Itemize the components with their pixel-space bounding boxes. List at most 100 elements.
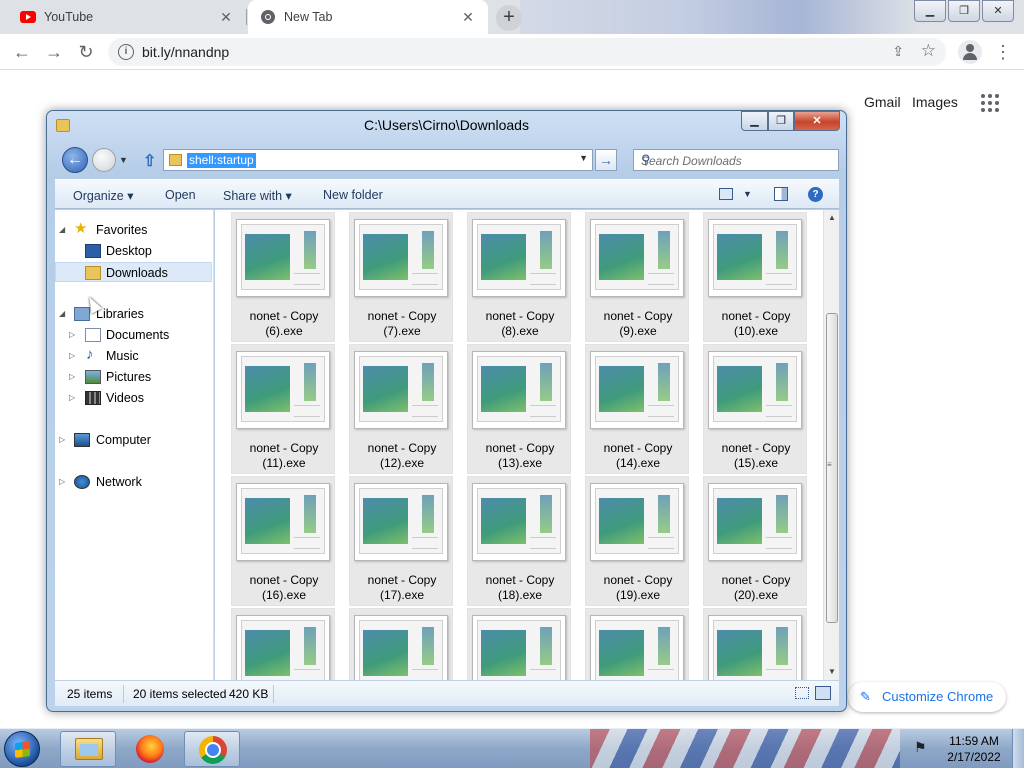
scroll-down-arrow-icon[interactable]: ▼ [824, 664, 840, 680]
expand-arrow-icon[interactable]: ▷ [69, 367, 75, 387]
nav-item-libraries[interactable]: ◢ Libraries [55, 304, 212, 324]
file-item[interactable] [585, 608, 689, 680]
nav-item-downloads[interactable]: Downloads [55, 262, 212, 282]
preview-pane-icon[interactable] [774, 187, 788, 201]
organize-button[interactable]: Organize ▾ [73, 188, 133, 203]
file-item[interactable]: nonet - Copy (8).exe [467, 212, 571, 342]
help-icon[interactable]: ? [808, 187, 823, 202]
file-item[interactable]: nonet - Copy (17).exe [349, 476, 453, 606]
minimize-button[interactable]: ▁ [914, 0, 946, 22]
taskbar-firefox-button[interactable] [122, 731, 178, 767]
nav-item-favorites[interactable]: ◢ ★ Favorites [55, 220, 212, 240]
show-desktop-button[interactable] [1012, 729, 1024, 768]
images-link[interactable]: Images [912, 94, 958, 110]
maximize-button[interactable]: ❐ [948, 0, 980, 22]
search-icon[interactable]: ⚲ [641, 152, 832, 168]
google-apps-icon[interactable] [981, 94, 999, 112]
reload-icon[interactable]: ↻ [74, 40, 98, 64]
details-view-icon[interactable] [795, 687, 809, 699]
forward-button[interactable] [92, 148, 116, 172]
tab-youtube[interactable]: YouTube ✕ [8, 0, 246, 34]
taskbar-explorer-button[interactable] [60, 731, 116, 767]
back-arrow-icon[interactable]: ← [10, 40, 34, 64]
minimize-button[interactable]: ▁ [741, 111, 768, 131]
action-center-flag-icon[interactable]: ⚑ [914, 739, 932, 757]
expand-arrow-icon[interactable]: ◢ [59, 304, 65, 324]
file-item[interactable] [467, 608, 571, 680]
taskbar-chrome-button[interactable] [184, 731, 240, 767]
file-item[interactable]: nonet - Copy (12).exe [349, 344, 453, 474]
expand-arrow-icon[interactable]: ◢ [59, 220, 65, 240]
file-item[interactable]: nonet - Copy (10).exe [703, 212, 807, 342]
nav-item-computer[interactable]: ▷ Computer [55, 430, 212, 450]
share-icon[interactable]: ⇪ [892, 43, 904, 60]
info-icon[interactable]: i [118, 44, 134, 60]
vertical-scrollbar[interactable]: ▲ ≡ ▼ [823, 210, 839, 680]
nav-item-music[interactable]: ▷ ♪ Music [55, 346, 212, 366]
large-icons-view-icon[interactable] [815, 686, 831, 700]
up-arrow-icon[interactable]: ⇧ [143, 151, 156, 171]
chevron-down-icon[interactable]: ▼ [579, 153, 588, 163]
maximize-button[interactable]: ❐ [768, 111, 794, 131]
tab-separator [246, 9, 247, 25]
close-icon[interactable]: ✕ [218, 9, 234, 26]
tab-title: YouTube [44, 10, 94, 24]
nav-item-network[interactable]: ▷ Network [55, 472, 212, 492]
share-with-button[interactable]: Share with ▾ [223, 188, 292, 203]
nav-item-documents[interactable]: ▷ Documents [55, 325, 212, 345]
close-window-button[interactable]: ✕ [982, 0, 1014, 22]
exe-file-icon [236, 219, 330, 297]
exe-file-icon [472, 483, 566, 561]
address-text[interactable]: shell:startup [187, 153, 256, 168]
new-tab-button[interactable]: + [496, 5, 522, 31]
file-item[interactable]: nonet - Copy (13).exe [467, 344, 571, 474]
chevron-down-icon[interactable]: ▼ [743, 189, 752, 199]
expand-arrow-icon[interactable]: ▷ [69, 346, 75, 366]
file-item[interactable]: nonet - Copy (19).exe [585, 476, 689, 606]
chrome-menu-icon[interactable]: ⋮ [994, 40, 1012, 64]
exe-file-icon [590, 351, 684, 429]
close-window-button[interactable]: ✕ [794, 111, 840, 131]
file-item[interactable]: nonet - Copy (15).exe [703, 344, 807, 474]
recent-pages-dropdown-icon[interactable]: ▼ [119, 155, 128, 165]
file-item[interactable] [231, 608, 335, 680]
explorer-window: C:\Users\Cirno\Downloads ▁ ❐ ✕ ← ▼ ⇧ she… [46, 110, 847, 712]
nav-item-desktop[interactable]: Desktop [55, 241, 212, 261]
forward-arrow-icon[interactable]: → [42, 40, 66, 64]
file-item[interactable]: nonet - Copy (9).exe [585, 212, 689, 342]
file-item[interactable]: nonet - Copy (20).exe [703, 476, 807, 606]
tab-new-tab[interactable]: New Tab ✕ [248, 0, 488, 34]
url-text[interactable]: bit.ly/nnandnp [142, 44, 229, 60]
back-button[interactable]: ← [62, 147, 88, 173]
expand-arrow-icon[interactable]: ▷ [59, 472, 65, 492]
address-bar[interactable]: i bit.ly/nnandnp ⇪ ☆ [108, 38, 946, 66]
go-button[interactable]: → [595, 149, 617, 171]
nav-item-pictures[interactable]: ▷ Pictures [55, 367, 212, 387]
browser-tabstrip: YouTube ✕ New Tab ✕ + ▁ ❐ ✕ [0, 0, 1024, 34]
profile-avatar-icon[interactable] [958, 40, 982, 64]
start-button[interactable] [4, 731, 40, 767]
file-item[interactable]: nonet - Copy (11).exe [231, 344, 335, 474]
change-view-icon[interactable] [719, 188, 733, 200]
open-button[interactable]: Open [165, 188, 196, 202]
new-folder-button[interactable]: New folder [323, 188, 383, 202]
scroll-up-arrow-icon[interactable]: ▲ [824, 210, 840, 226]
system-clock[interactable]: 11:59 AM 2/17/2022 [942, 733, 1006, 765]
file-item[interactable]: nonet - Copy (18).exe [467, 476, 571, 606]
file-item[interactable]: nonet - Copy (14).exe [585, 344, 689, 474]
file-item[interactable]: nonet - Copy (16).exe [231, 476, 335, 606]
expand-arrow-icon[interactable]: ▷ [69, 325, 75, 345]
file-item[interactable] [703, 608, 807, 680]
bookmark-star-icon[interactable]: ☆ [921, 41, 936, 61]
expand-arrow-icon[interactable]: ▷ [69, 388, 75, 408]
expand-arrow-icon[interactable]: ▷ [59, 430, 65, 450]
search-input[interactable]: Search Downloads ⚲ [633, 149, 839, 171]
address-bar[interactable]: shell:startup ▼ [163, 149, 593, 171]
nav-item-videos[interactable]: ▷ Videos [55, 388, 212, 408]
file-item[interactable] [349, 608, 453, 680]
customize-chrome-button[interactable]: ✎ Customize Chrome [848, 682, 1006, 712]
file-item[interactable]: nonet - Copy (6).exe [231, 212, 335, 342]
close-icon[interactable]: ✕ [460, 9, 476, 26]
gmail-link[interactable]: Gmail [864, 94, 901, 110]
file-item[interactable]: nonet - Copy (7).exe [349, 212, 453, 342]
